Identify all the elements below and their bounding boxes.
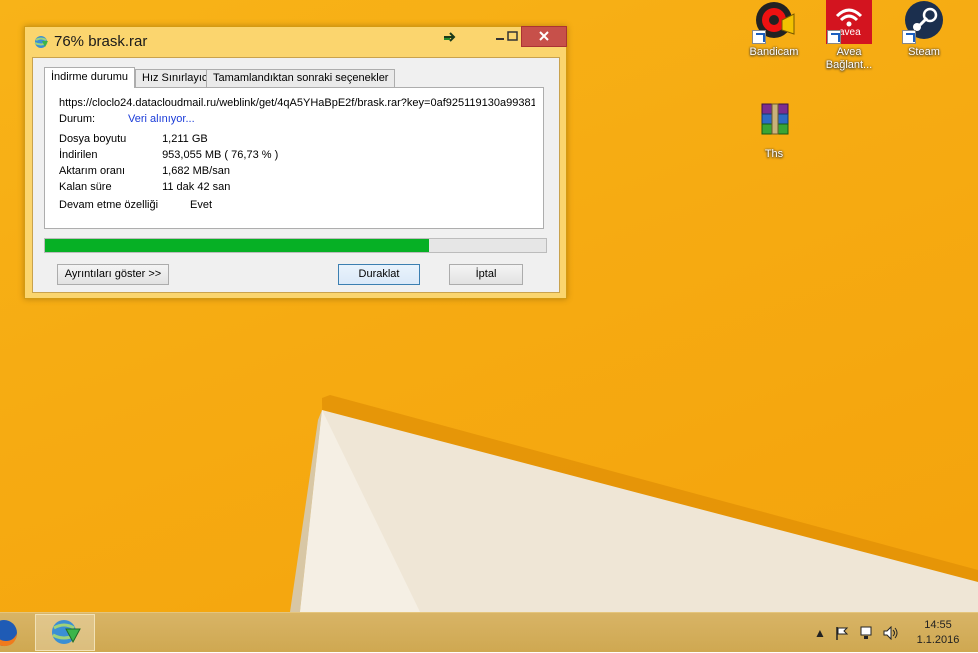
status-panel: https://cloclo24.datacloudmail.ru/weblin… bbox=[44, 87, 544, 229]
winrar-archive-icon bbox=[750, 102, 798, 146]
desktop-icon-ths[interactable]: Ths bbox=[741, 102, 807, 161]
shortcut-arrow-icon bbox=[902, 30, 916, 44]
window-client-area: İndirme durumu Hız Sınırlayıcı Tamamland… bbox=[32, 57, 560, 293]
desktop-icon-label: Avea Bağlant... bbox=[825, 46, 873, 71]
show-hidden-icons[interactable]: ▲ bbox=[812, 626, 828, 640]
field-value: 1,211 GB bbox=[162, 133, 208, 145]
show-details-button[interactable]: Ayrıntıları göster >> bbox=[57, 264, 169, 285]
tab-download-status[interactable]: İndirme durumu bbox=[44, 67, 136, 88]
time-left-row: Kalan süre 11 dak 42 san bbox=[59, 181, 230, 193]
shortcut-arrow-icon bbox=[752, 30, 766, 44]
desktop-icon-label: Steam bbox=[908, 46, 940, 58]
download-progress-bar bbox=[44, 238, 547, 253]
clock-time: 14:55 bbox=[924, 619, 952, 631]
field-label: Aktarım oranı bbox=[59, 165, 126, 177]
downloaded-row: İndirilen 953,055 MB ( 76,73 % ) bbox=[59, 149, 278, 161]
status-label: Durum: bbox=[59, 113, 96, 125]
desktop-icon-label: Bandicam bbox=[749, 46, 799, 58]
transfer-rate-row: Aktarım oranı 1,682 MB/san bbox=[59, 165, 230, 177]
progress-fill bbox=[45, 239, 430, 252]
status-value: Veri alınıyor... bbox=[128, 113, 195, 125]
resume-capability-row: Devam etme özelliği Evet bbox=[59, 199, 212, 211]
avea-badge: avea bbox=[839, 27, 861, 38]
idm-icon bbox=[52, 620, 81, 644]
avea-wifi-icon: avea bbox=[825, 0, 873, 44]
idm-globe-icon bbox=[33, 35, 49, 49]
desktop-icon-steam[interactable]: Steam bbox=[891, 0, 957, 59]
download-url: https://cloclo24.datacloudmail.ru/weblin… bbox=[59, 97, 535, 109]
field-value: 1,682 MB/san bbox=[162, 165, 230, 177]
taskbar: ▲ 14:55 1.1.2016 bbox=[0, 612, 978, 652]
close-button[interactable] bbox=[521, 26, 567, 47]
field-label: Dosya boyutu bbox=[59, 133, 127, 145]
clock-date: 1.1.2016 bbox=[916, 634, 960, 646]
desktop-icon-bandicam[interactable]: Bandicam bbox=[741, 0, 807, 59]
bandicam-icon bbox=[750, 0, 798, 44]
field-value: Evet bbox=[190, 199, 213, 211]
steam-icon bbox=[900, 0, 948, 44]
clock[interactable]: 14:55 1.1.2016 bbox=[903, 618, 973, 648]
tab-on-completion-options[interactable]: Tamamlandıktan sonraki seçenekler bbox=[206, 69, 396, 87]
download-progress-window: 76% brask.rar İndirme durumu Hız Sınırla… bbox=[24, 26, 567, 299]
pause-button[interactable]: Duraklat bbox=[338, 264, 420, 285]
flag-icon[interactable] bbox=[834, 626, 850, 640]
field-label: Devam etme özelliği bbox=[59, 199, 159, 211]
desktop-icon-label: Ths bbox=[764, 148, 784, 160]
field-value: 11 dak 42 san bbox=[162, 181, 231, 193]
firefox-icon[interactable] bbox=[0, 617, 20, 649]
volume-icon[interactable] bbox=[883, 625, 899, 641]
network-icon[interactable] bbox=[859, 626, 875, 640]
cancel-button[interactable]: İptal bbox=[449, 264, 523, 285]
field-value: 953,055 MB ( 76,73 % ) bbox=[162, 149, 279, 161]
file-size-row: Dosya boyutu 1,211 GB bbox=[59, 133, 208, 145]
status-row: Durum: Veri alınıyor... bbox=[59, 113, 195, 125]
window-title: 76% brask.rar bbox=[54, 33, 148, 50]
field-label: İndirilen bbox=[59, 149, 98, 161]
taskbar-app-idm[interactable] bbox=[35, 614, 95, 651]
desktop-icon-avea[interactable]: avea Avea Bağlant... bbox=[816, 0, 882, 72]
arrow-icon[interactable] bbox=[440, 27, 460, 47]
shortcut-arrow-icon bbox=[827, 30, 841, 44]
title-bar[interactable]: 76% brask.rar bbox=[25, 26, 567, 56]
field-label: Kalan süre bbox=[59, 181, 112, 193]
